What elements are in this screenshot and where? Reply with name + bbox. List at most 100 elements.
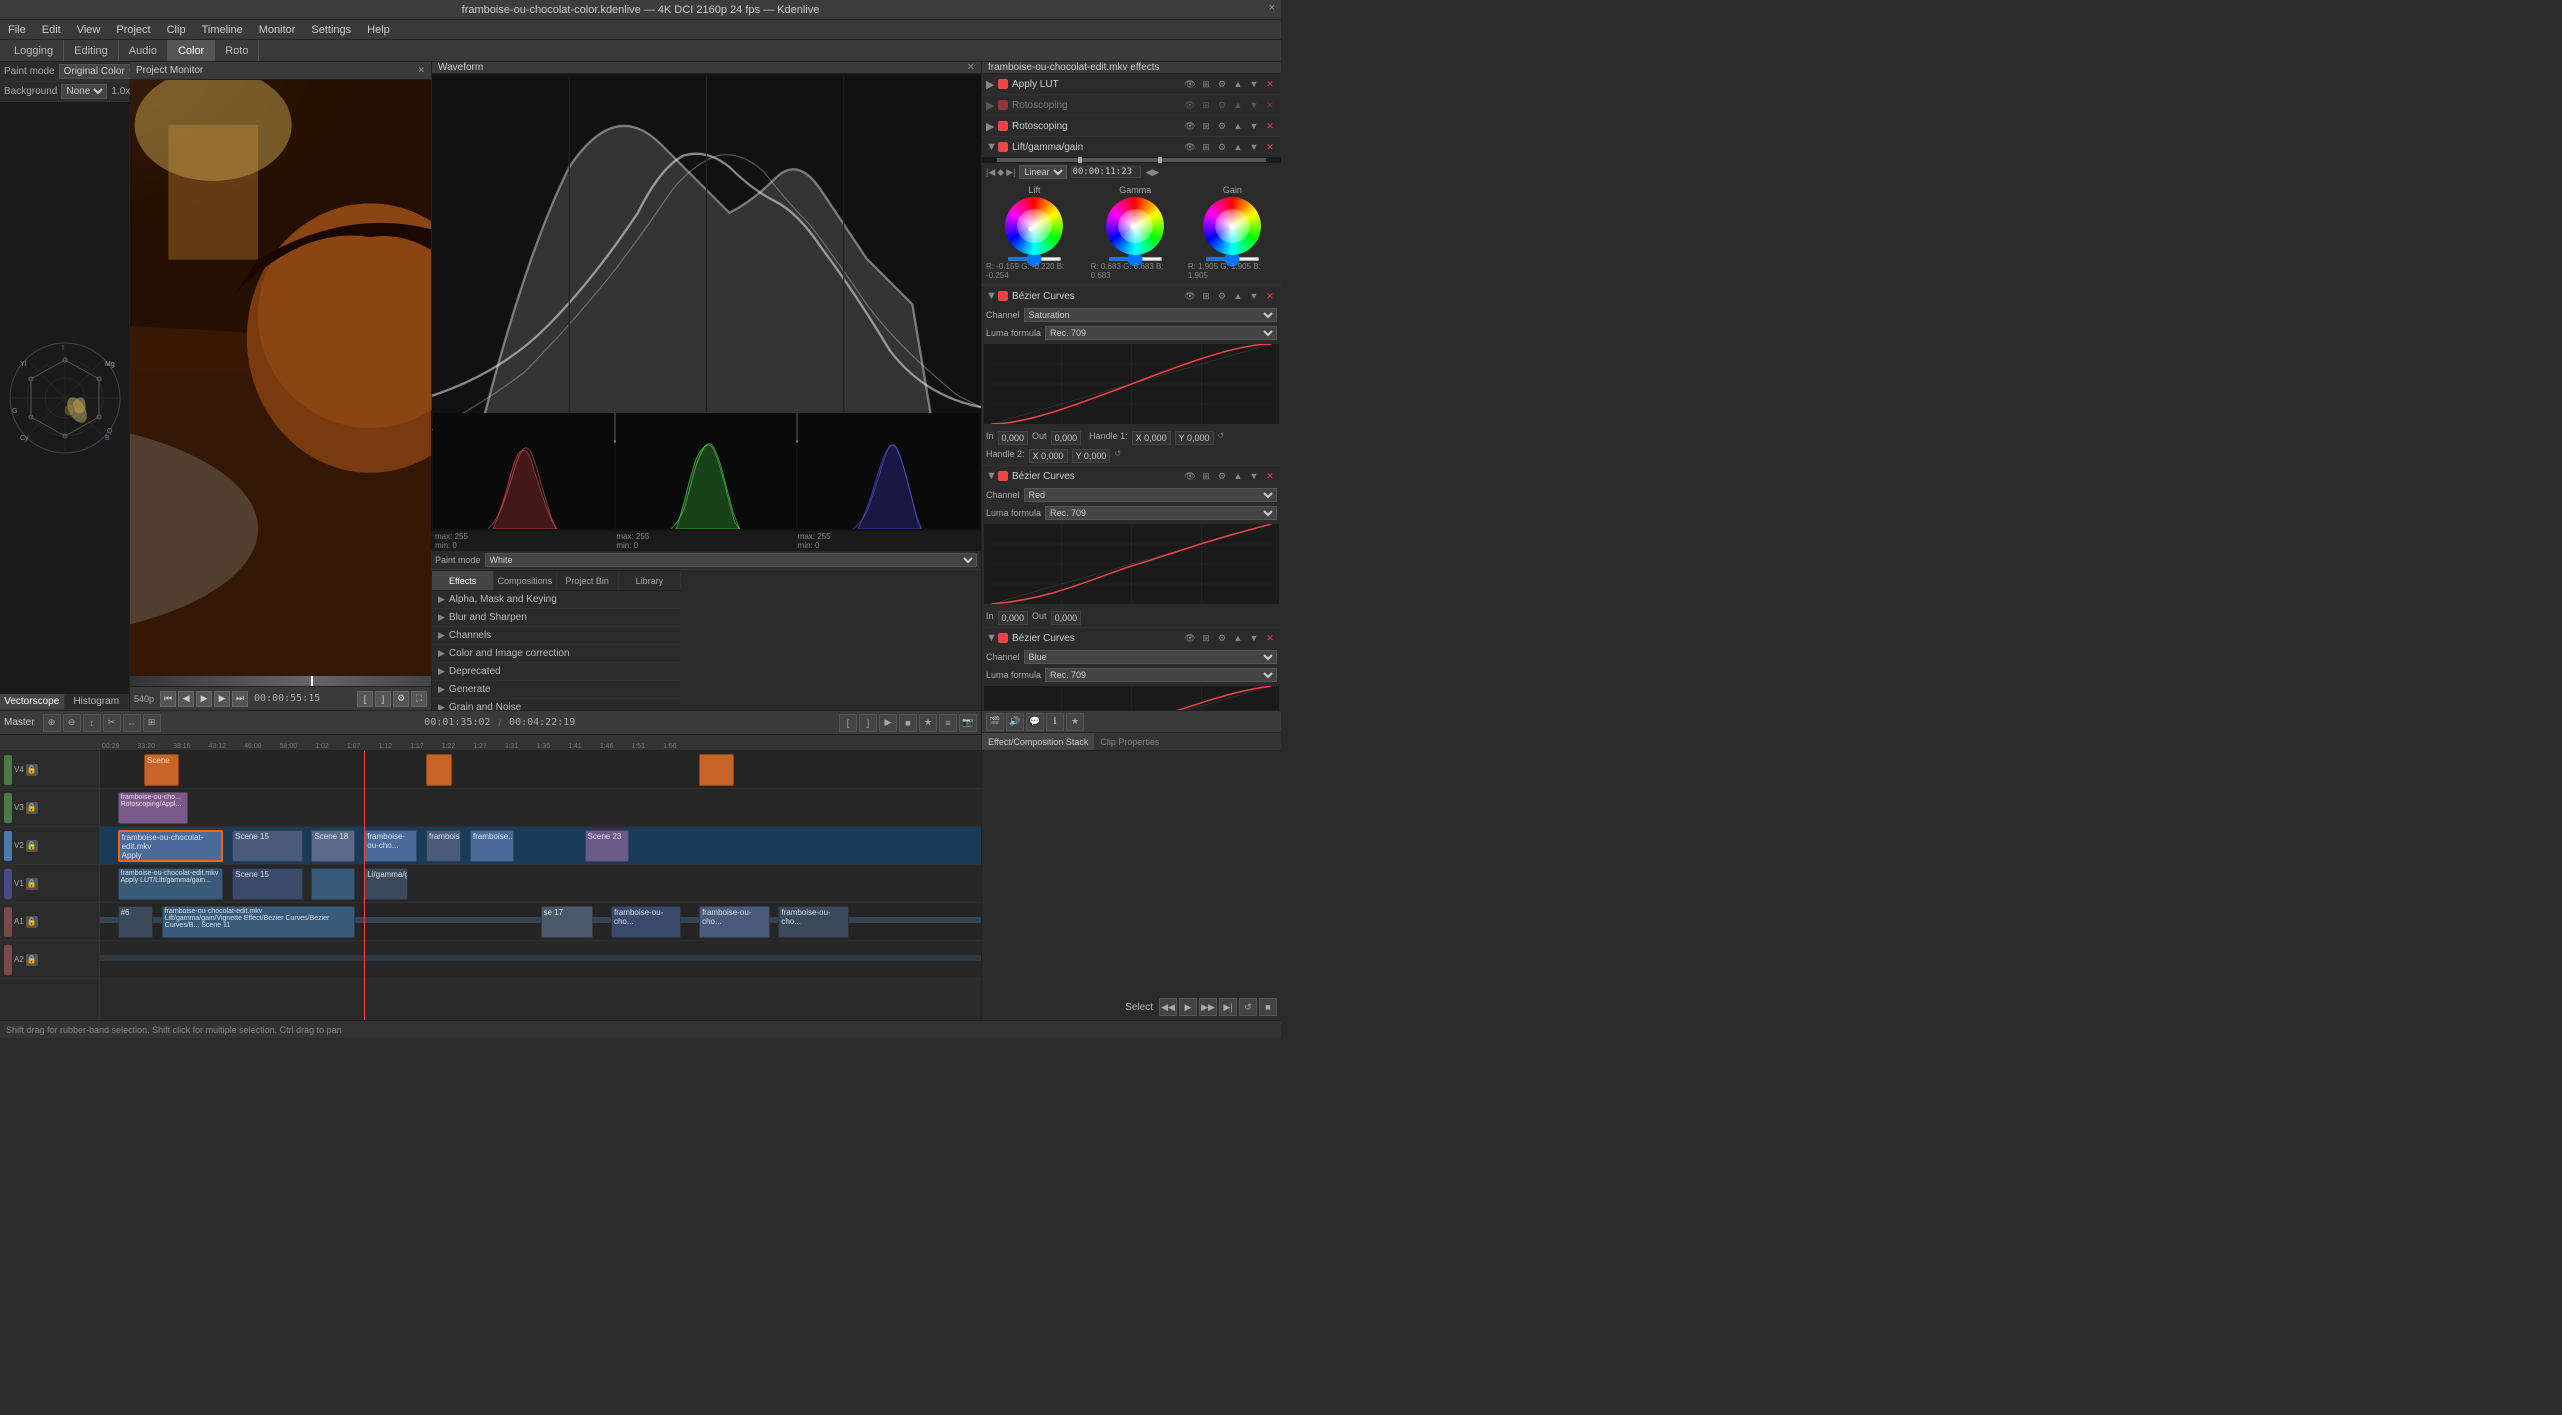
clip-v1-1[interactable]: framboise-ou-chocolat-edit.mkvApply LUT/… xyxy=(118,868,224,900)
copy-icon[interactable]: ⊞ xyxy=(1199,119,1213,133)
category-alpha-header[interactable]: ▶ Alpha, Mask and Keying xyxy=(432,591,681,608)
eye-icon[interactable]: 👁 xyxy=(1183,77,1197,91)
add-keyframe-btn[interactable]: ◆ xyxy=(997,167,1004,178)
tab-color[interactable]: Color xyxy=(168,40,215,61)
delete-icon[interactable]: ✕ xyxy=(1263,289,1277,303)
down-icon[interactable]: ▼ xyxy=(1247,77,1261,91)
clip-v4-2[interactable] xyxy=(426,754,452,786)
settings-icon[interactable]: ⚙ xyxy=(1215,140,1229,154)
clip-a1-4[interactable]: framboise-ou-cho... xyxy=(611,906,681,938)
bg-select[interactable]: None xyxy=(61,84,107,99)
btn-video-track[interactable]: 🎬 xyxy=(986,713,1004,731)
clip-a1-6[interactable]: framboise-ou-cho... xyxy=(778,906,848,938)
btn-mark-in[interactable]: [ xyxy=(357,691,373,707)
effect-rotoscoping-2-header[interactable]: ▶ Rotoscoping 👁 ⊞ ⚙ ▲ ▼ ✕ xyxy=(982,116,1281,136)
settings-icon[interactable]: ⚙ xyxy=(1215,631,1229,645)
eye-icon[interactable]: 👁 xyxy=(1183,119,1197,133)
menu-clip[interactable]: Clip xyxy=(159,20,194,39)
delete-icon[interactable]: ✕ xyxy=(1263,77,1277,91)
tab-vectorscope[interactable]: Vectorscope xyxy=(0,694,65,709)
tab-audio[interactable]: Audio xyxy=(119,40,168,61)
tab-editing[interactable]: Editing xyxy=(64,40,119,61)
delete-icon[interactable]: ✕ xyxy=(1263,140,1277,154)
handle2-x[interactable]: X 0,000 xyxy=(1029,449,1068,463)
up-icon[interactable]: ▲ xyxy=(1231,119,1245,133)
settings-icon[interactable]: ⚙ xyxy=(1215,98,1229,112)
settings-icon[interactable]: ⚙ xyxy=(1215,77,1229,91)
eye-icon[interactable]: 👁 xyxy=(1183,469,1197,483)
tab-logging[interactable]: Logging xyxy=(4,40,64,61)
bezier-2-svg[interactable] xyxy=(984,524,1279,604)
clip-v4-1[interactable]: Scene xyxy=(144,754,179,786)
up-icon[interactable]: ▲ xyxy=(1231,469,1245,483)
channel-select-2[interactable]: Red xyxy=(1024,488,1277,502)
clip-v1-2[interactable]: Scene 15 xyxy=(232,868,302,900)
clip-v2-4[interactable]: framboise-ou-cho... xyxy=(364,830,417,862)
up-icon[interactable]: ▲ xyxy=(1231,77,1245,91)
handle1-x[interactable]: X 0,000 xyxy=(1132,431,1171,445)
btn-subtitle[interactable]: 💬 xyxy=(1026,713,1044,731)
tab-project-bin[interactable]: Project Bin xyxy=(557,571,619,590)
btn-select-prev[interactable]: ◀◀ xyxy=(1159,998,1177,1016)
channel-select[interactable]: Saturation xyxy=(1024,308,1277,322)
clip-v2-6[interactable]: framboise... xyxy=(470,830,514,862)
clip-v2-3[interactable]: Scene 18 xyxy=(311,830,355,862)
lock-icon-6[interactable]: 🔒 xyxy=(26,954,38,966)
clip-v2-7[interactable]: Scene 23 xyxy=(585,830,629,862)
lock-icon-2[interactable]: 🔒 xyxy=(26,802,38,814)
copy-icon[interactable]: ⊞ xyxy=(1199,77,1213,91)
btn-select-loop[interactable]: ↺ xyxy=(1239,998,1257,1016)
waveform-close[interactable]: ✕ xyxy=(967,62,975,73)
up-icon[interactable]: ▲ xyxy=(1231,140,1245,154)
lock-icon-4[interactable]: 🔒 xyxy=(26,878,38,890)
channel-select-3[interactable]: Blue xyxy=(1024,650,1277,664)
tab-histogram[interactable]: Histogram xyxy=(65,694,130,709)
btn-select-stop[interactable]: ■ xyxy=(1259,998,1277,1016)
clip-v1-3[interactable] xyxy=(311,868,355,900)
reset-icon-2[interactable]: ↺ xyxy=(1114,449,1121,463)
clip-a1-5[interactable]: framboise-ou-cho... xyxy=(699,906,769,938)
menu-edit[interactable]: Edit xyxy=(34,20,69,39)
bezier-2-header[interactable]: ▼ Bézier Curves 👁 ⊞ ⚙ ▲ ▼ ✕ xyxy=(982,466,1281,486)
btn-select-next[interactable]: ▶▶ xyxy=(1199,998,1217,1016)
keyframe-bar[interactable] xyxy=(982,157,1281,163)
btn-tl-2[interactable]: ⊖ xyxy=(63,714,81,732)
btn-step-fwd[interactable]: ⏭ xyxy=(232,691,248,707)
tab-library[interactable]: Library xyxy=(619,571,681,590)
gamma-slider[interactable] xyxy=(1108,257,1163,261)
menu-view[interactable]: View xyxy=(69,20,109,39)
down-icon[interactable]: ▼ xyxy=(1247,631,1261,645)
monitor-zoom[interactable]: 540p xyxy=(134,694,154,704)
video-scrubber[interactable] xyxy=(130,676,431,686)
rgb-pm-select[interactable]: White xyxy=(485,553,977,567)
luma-select-3[interactable]: Rec. 709 xyxy=(1045,668,1277,682)
category-channels-header[interactable]: ▶ Channels xyxy=(432,627,681,644)
tab-effect-stack[interactable]: Effect/Composition Stack xyxy=(982,733,1094,750)
effect-rotoscoping-1-header[interactable]: ▶ Rotoscoping 👁 ⊞ ⚙ ▲ ▼ ✕ xyxy=(982,95,1281,115)
lift-wheel[interactable] xyxy=(1005,197,1063,255)
lock-icon[interactable]: 🔒 xyxy=(26,764,38,776)
bezier-1-svg[interactable] xyxy=(984,344,1279,424)
down-icon[interactable]: ▼ xyxy=(1247,289,1261,303)
btn-select-end[interactable]: ▶| xyxy=(1219,998,1237,1016)
btn-prev-frame[interactable]: ◀ xyxy=(178,691,194,707)
clip-a1-3[interactable]: se 17 xyxy=(541,906,594,938)
in-value[interactable]: 0,000 xyxy=(998,431,1029,445)
delete-icon[interactable]: ✕ xyxy=(1263,119,1277,133)
copy-icon[interactable]: ⊞ xyxy=(1199,631,1213,645)
clip-v2-5[interactable]: framboise... xyxy=(426,830,461,862)
clip-v4-3[interactable] xyxy=(699,754,734,786)
category-blur-header[interactable]: ▶ Blur and Sharpen xyxy=(432,609,681,626)
btn-settings[interactable]: ⚙ xyxy=(393,691,409,707)
bezier-3-header[interactable]: ▼ Bézier Curves 👁 ⊞ ⚙ ▲ ▼ ✕ xyxy=(982,628,1281,648)
category-deprecated-header[interactable]: ▶ Deprecated xyxy=(432,663,681,680)
lift-slider[interactable] xyxy=(1007,257,1062,261)
up-icon[interactable]: ▲ xyxy=(1231,631,1245,645)
btn-fullscreen[interactable]: ⛶ xyxy=(411,691,427,707)
btn-tl-5[interactable]: ⇔ xyxy=(123,714,141,732)
clip-v2-selected[interactable]: framboise-ou-chocolat-edit.mkvApply LUT/… xyxy=(118,830,224,862)
category-generate-header[interactable]: ▶ Generate xyxy=(432,681,681,698)
btn-audio-track[interactable]: 🔊 xyxy=(1006,713,1024,731)
btn-tl-stop[interactable]: ■ xyxy=(899,714,917,732)
bezier-1-header[interactable]: ▼ Bézier Curves 👁 ⊞ ⚙ ▲ ▼ ✕ xyxy=(982,286,1281,306)
